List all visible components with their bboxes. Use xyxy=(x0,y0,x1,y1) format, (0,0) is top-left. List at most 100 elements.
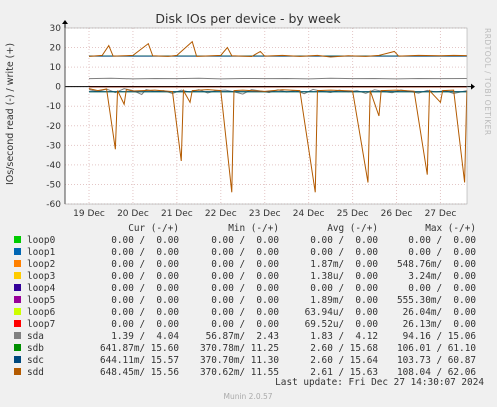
series-sda-write xyxy=(88,77,467,80)
legend-swatch-sdc xyxy=(14,356,21,363)
y-tick-label: 10 xyxy=(50,63,62,73)
legend-cur-loop2: 0.00 / 0.00 xyxy=(111,259,179,270)
legend-max-loop2: 548.76m/ 0.00 xyxy=(397,259,476,270)
y-tick-label: 20 xyxy=(50,44,62,54)
legend-max-sdc: 103.73 / 60.87 xyxy=(397,355,476,366)
legend-name-loop6: loop6 xyxy=(27,307,56,318)
legend-swatch-loop2 xyxy=(14,260,21,267)
legend-max-sdb: 106.01 / 61.10 xyxy=(397,343,476,354)
legend-swatch-loop7 xyxy=(14,320,21,327)
legend-swatch-loop6 xyxy=(14,308,21,315)
legend-name-loop5: loop5 xyxy=(27,295,55,306)
legend-min-sda: 56.87m/ 2.43 xyxy=(206,331,279,342)
x-tick-label: 27 Dec xyxy=(425,209,457,219)
legend-swatch-sdb xyxy=(14,344,21,351)
munin-version: Munin 2.0.57 xyxy=(223,392,272,401)
y-tick-label: -60 xyxy=(46,200,61,210)
legend-min-sdc: 370.70m/ 11.30 xyxy=(200,355,279,366)
legend-swatch-sda xyxy=(14,332,21,339)
legend-min-loop1: 0.00 / 0.00 xyxy=(211,247,279,258)
legend-avg-loop6: 63.94u/ 0.00 xyxy=(305,307,379,318)
legend-name-loop7: loop7 xyxy=(27,319,55,330)
legend-name-sdd: sdd xyxy=(27,367,44,378)
legend-avg-sdb: 2.60 / 15.68 xyxy=(310,343,378,354)
legend-cur-sdb: 641.87m/ 15.60 xyxy=(100,343,179,354)
legend-cur-loop5: 0.00 / 0.00 xyxy=(111,295,179,306)
legend-cur-loop4: 0.00 / 0.00 xyxy=(111,283,179,294)
legend-cur-sdd: 648.45m/ 15.56 xyxy=(100,367,179,378)
plot-area xyxy=(65,28,467,204)
legend-max-loop4: 0.00 / 0.00 xyxy=(408,283,476,294)
y-tick-label: -40 xyxy=(46,161,61,171)
legend-header-min: Min (-/+) xyxy=(228,223,279,234)
legend-max-loop3: 3.24m/ 0.00 xyxy=(408,271,476,282)
legend-min-loop3: 0.00 / 0.00 xyxy=(211,271,279,282)
legend-name-sda: sda xyxy=(27,331,44,342)
legend-max-loop5: 555.30m/ 0.00 xyxy=(397,295,476,306)
legend-cur-sda: 1.39 / 4.04 xyxy=(111,331,179,342)
legend-avg-loop7: 69.52u/ 0.00 xyxy=(305,319,379,330)
x-tick-label: 21 Dec xyxy=(161,209,193,219)
legend-min-loop7: 0.00 / 0.00 xyxy=(211,319,279,330)
legend-swatch-loop1 xyxy=(14,248,21,255)
legend-cur-loop3: 0.00 / 0.00 xyxy=(111,271,179,282)
legend-cur-loop1: 0.00 / 0.00 xyxy=(111,247,179,258)
legend-avg-sda: 1.83 / 4.12 xyxy=(310,331,378,342)
legend-header-avg: Avg (-/+) xyxy=(327,223,378,234)
legend-min-sdb: 370.78m/ 11.25 xyxy=(200,343,279,354)
legend-swatch-loop4 xyxy=(14,284,21,291)
legend-cur-loop0: 0.00 / 0.00 xyxy=(111,235,179,246)
legend-min-loop6: 0.00 / 0.00 xyxy=(211,307,279,318)
y-tick-label: -20 xyxy=(46,122,61,132)
legend-avg-loop5: 1.89m/ 0.00 xyxy=(310,295,378,306)
legend-max-sda: 94.16 / 15.06 xyxy=(403,331,477,342)
legend-name-loop2: loop2 xyxy=(27,259,55,270)
legend-avg-loop4: 0.00 / 0.00 xyxy=(310,283,378,294)
legend-name-loop3: loop3 xyxy=(27,271,55,282)
x-tick-label: 20 Dec xyxy=(117,209,149,219)
legend-swatch-loop3 xyxy=(14,272,21,279)
rrdtool-credit: RRDTOOL / TOBI OETIKER xyxy=(483,28,492,136)
legend-max-loop7: 26.13m/ 0.00 xyxy=(403,319,477,330)
legend-header-cur: Cur (-/+) xyxy=(128,223,179,234)
legend-avg-loop1: 0.00 / 0.00 xyxy=(310,247,378,258)
legend-header-max: Max (-/+) xyxy=(425,223,476,234)
legend-min-loop5: 0.00 / 0.00 xyxy=(211,295,279,306)
legend-avg-sdc: 2.60 / 15.64 xyxy=(310,355,378,366)
chart-title: Disk IOs per device - by week xyxy=(155,11,341,26)
legend-min-loop0: 0.00 / 0.00 xyxy=(211,235,279,246)
legend-swatch-loop5 xyxy=(14,296,21,303)
legend-avg-loop2: 1.87m/ 0.00 xyxy=(310,259,378,270)
legend-name-sdc: sdc xyxy=(27,355,44,366)
legend-max-loop1: 0.00 / 0.00 xyxy=(408,247,476,258)
x-tick-label: 23 Dec xyxy=(249,209,281,219)
legend-cur-loop7: 0.00 / 0.00 xyxy=(111,319,179,330)
x-tick-label: 25 Dec xyxy=(337,209,369,219)
chart-svg: Disk IOs per device - by week RRDTOOL / … xyxy=(0,0,497,407)
legend-swatch-sdd xyxy=(14,368,21,375)
x-tick-label: 19 Dec xyxy=(73,209,105,219)
legend-cur-sdc: 644.11m/ 15.57 xyxy=(100,355,179,366)
x-tick-label: 24 Dec xyxy=(293,209,325,219)
legend-name-sdb: sdb xyxy=(27,343,44,354)
munin-graph: { "chart_data": { "type": "line", "title… xyxy=(0,0,497,407)
legend-avg-loop3: 1.38u/ 0.00 xyxy=(310,271,378,282)
last-update: Last update: Fri Dec 27 14:30:07 2024 xyxy=(275,377,484,388)
legend-cur-loop6: 0.00 / 0.00 xyxy=(111,307,179,318)
legend-min-loop4: 0.00 / 0.00 xyxy=(211,283,279,294)
legend-min-sdd: 370.62m/ 11.55 xyxy=(200,367,279,378)
legend-name-loop1: loop1 xyxy=(27,247,56,258)
legend-max-loop0: 0.00 / 0.00 xyxy=(408,235,476,246)
x-tick-label: 22 Dec xyxy=(205,209,237,219)
y-tick-label: 0 xyxy=(55,83,61,93)
legend-swatch-loop0 xyxy=(14,236,21,243)
legend-max-loop6: 26.04m/ 0.00 xyxy=(403,307,477,318)
legend-min-loop2: 0.00 / 0.00 xyxy=(211,259,279,270)
legend-avg-loop0: 0.00 / 0.00 xyxy=(310,235,378,246)
x-tick-label: 26 Dec xyxy=(381,209,413,219)
y-axis-label: IOs/second read (-) / write (+) xyxy=(5,43,16,185)
legend-name-loop4: loop4 xyxy=(27,283,56,294)
y-tick-label: -10 xyxy=(46,102,61,112)
y-tick-label: -30 xyxy=(46,141,61,151)
y-tick-label: -50 xyxy=(46,180,61,190)
